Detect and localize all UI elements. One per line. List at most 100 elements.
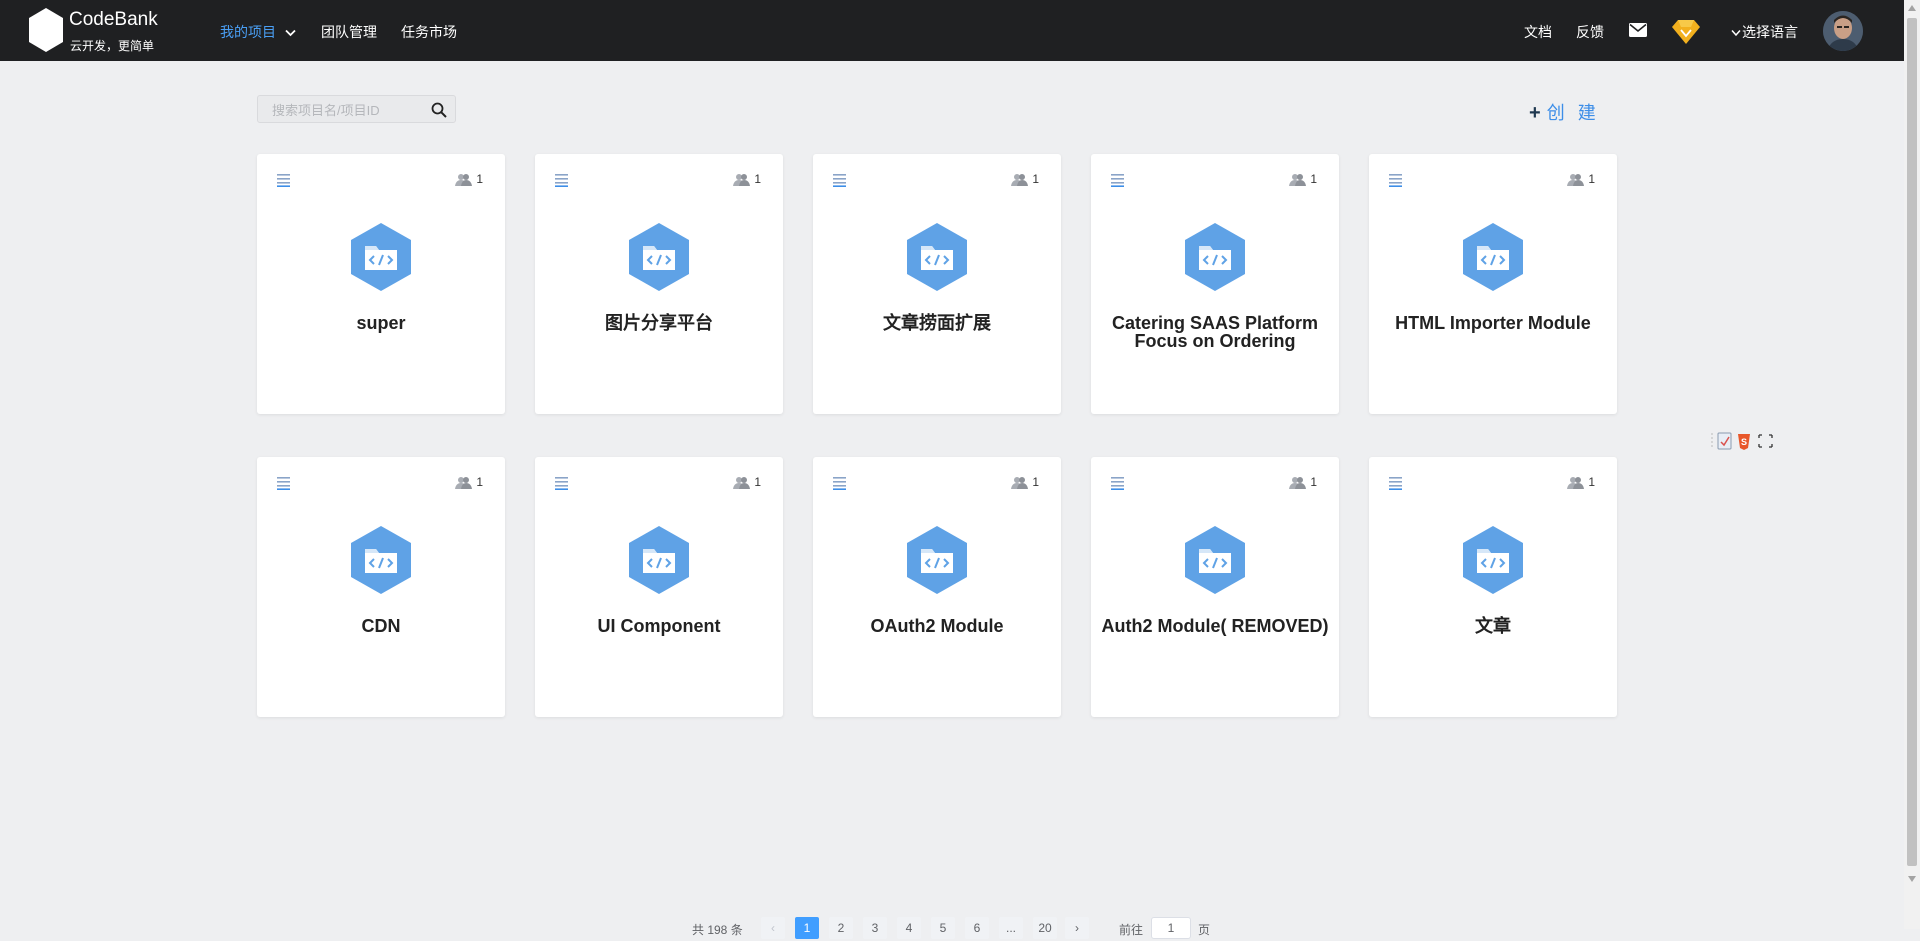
nav-team-management[interactable]: 团队管理	[321, 22, 377, 42]
svg-text:S: S	[1741, 437, 1747, 447]
page-number-button[interactable]: 20	[1033, 917, 1057, 939]
code-folder-icon	[1463, 223, 1523, 291]
members-icon	[1567, 173, 1585, 186]
member-count[interactable]: 1	[1567, 475, 1595, 490]
project-card[interactable]: 1 HTML Importer Module	[1369, 154, 1617, 414]
list-menu-icon[interactable]	[1389, 476, 1402, 490]
pagination-total: 共 198 条	[692, 923, 743, 937]
vertical-scrollbar[interactable]	[1904, 0, 1920, 929]
list-menu-icon[interactable]	[1111, 476, 1124, 490]
page-number-button[interactable]: 5	[931, 917, 955, 939]
member-count-value: 1	[1032, 172, 1039, 186]
scroll-down-icon[interactable]	[1908, 875, 1916, 883]
project-title[interactable]: UI Component	[535, 617, 783, 635]
page-number-button[interactable]: 6	[965, 917, 989, 939]
list-menu-icon[interactable]	[1111, 173, 1124, 187]
code-folder-icon	[907, 223, 967, 291]
member-count[interactable]: 1	[455, 172, 483, 187]
members-icon	[1567, 476, 1585, 489]
project-title[interactable]: HTML Importer Module	[1369, 314, 1617, 332]
scrollbar-thumb[interactable]	[1907, 18, 1917, 866]
goto-page-input[interactable]	[1151, 917, 1191, 939]
members-icon	[1011, 476, 1029, 489]
list-menu-icon[interactable]	[833, 476, 846, 490]
plus-icon: +	[1529, 102, 1541, 124]
members-icon	[1289, 173, 1307, 186]
project-title[interactable]: Catering SAAS Platform Focus on Ordering	[1091, 314, 1339, 350]
next-page-button[interactable]: ›	[1065, 917, 1089, 939]
nav-task-market[interactable]: 任务市场	[401, 22, 457, 42]
docs-link[interactable]: 文档	[1524, 22, 1552, 42]
code-folder-icon	[1185, 223, 1245, 291]
code-folder-icon	[351, 526, 411, 594]
chevron-down-icon	[285, 30, 296, 37]
code-folder-icon	[907, 526, 967, 594]
project-card[interactable]: 1 图片分享平台	[535, 154, 783, 414]
project-card[interactable]: 1 文章	[1369, 457, 1617, 717]
list-menu-icon[interactable]	[277, 173, 290, 187]
list-menu-icon[interactable]	[1389, 173, 1402, 187]
nav-my-projects-label: 我的项目	[220, 24, 276, 40]
member-count[interactable]: 1	[733, 172, 761, 187]
member-count[interactable]: 1	[455, 475, 483, 490]
member-count[interactable]: 1	[1567, 172, 1595, 187]
feedback-link[interactable]: 反馈	[1576, 22, 1604, 42]
project-card[interactable]: 1 Catering SAAS Platform Focus on Orderi…	[1091, 154, 1339, 414]
prev-page-button[interactable]: ‹	[761, 917, 785, 939]
project-title[interactable]: 图片分享平台	[535, 314, 783, 332]
mail-icon[interactable]	[1629, 23, 1647, 37]
member-count[interactable]: 1	[733, 475, 761, 490]
project-card[interactable]: 1 CDN	[257, 457, 505, 717]
code-folder-icon	[629, 223, 689, 291]
project-card[interactable]: 1 UI Component	[535, 457, 783, 717]
brand-name[interactable]: CodeBank	[69, 9, 158, 31]
page-number-button[interactable]: 4	[897, 917, 921, 939]
member-count[interactable]: 1	[1011, 172, 1039, 187]
project-card[interactable]: 1 OAuth2 Module	[813, 457, 1061, 717]
member-count-value: 1	[1310, 172, 1317, 186]
project-title[interactable]: super	[257, 314, 505, 332]
page-number-button[interactable]: 2	[829, 917, 853, 939]
members-icon	[455, 173, 473, 186]
project-title[interactable]: Auth2 Module( REMOVED)	[1091, 617, 1339, 635]
user-avatar[interactable]	[1823, 11, 1863, 51]
language-selector-label: 选择语言	[1742, 24, 1798, 40]
search-icon[interactable]	[431, 102, 447, 118]
project-title[interactable]: OAuth2 Module	[813, 617, 1061, 635]
members-icon	[733, 476, 751, 489]
page-number-button[interactable]: 3	[863, 917, 887, 939]
chevron-down-icon	[1731, 30, 1741, 37]
members-icon	[1011, 173, 1029, 186]
goto-label: 前往	[1119, 923, 1144, 937]
language-selector[interactable]: 选择语言	[1731, 22, 1798, 42]
member-count-value: 1	[1588, 475, 1595, 489]
search-input[interactable]	[258, 96, 434, 124]
list-menu-icon[interactable]	[555, 173, 568, 187]
nav-my-projects[interactable]: 我的项目	[220, 22, 296, 42]
scroll-up-icon[interactable]	[1908, 4, 1916, 12]
project-title[interactable]: 文章捞面扩展	[813, 314, 1061, 332]
create-project-label: 创 建	[1546, 103, 1600, 123]
member-count[interactable]: 1	[1289, 172, 1317, 187]
page-number-button[interactable]: 1	[795, 917, 819, 939]
list-menu-icon[interactable]	[277, 476, 290, 490]
member-count[interactable]: 1	[1011, 475, 1039, 490]
page-ellipsis[interactable]: ...	[999, 917, 1023, 939]
project-card[interactable]: 1 super	[257, 154, 505, 414]
floating-toolbar: S	[1711, 430, 1781, 452]
user-avatar-image	[1823, 11, 1863, 51]
member-count[interactable]: 1	[1289, 475, 1317, 490]
vip-diamond-icon[interactable]	[1671, 19, 1701, 45]
member-count-value: 1	[1032, 475, 1039, 489]
members-icon	[733, 173, 751, 186]
list-menu-icon[interactable]	[555, 476, 568, 490]
project-title[interactable]: 文章	[1369, 617, 1617, 635]
list-menu-icon[interactable]	[833, 173, 846, 187]
member-count-value: 1	[1588, 172, 1595, 186]
project-card[interactable]: 1 文章捞面扩展	[813, 154, 1061, 414]
codebank-logo-icon[interactable]	[28, 7, 64, 53]
member-count-value: 1	[476, 172, 483, 186]
project-card[interactable]: 1 Auth2 Module( REMOVED)	[1091, 457, 1339, 717]
project-title[interactable]: CDN	[257, 617, 505, 635]
create-project-button[interactable]: + 创 建	[1529, 99, 1600, 124]
